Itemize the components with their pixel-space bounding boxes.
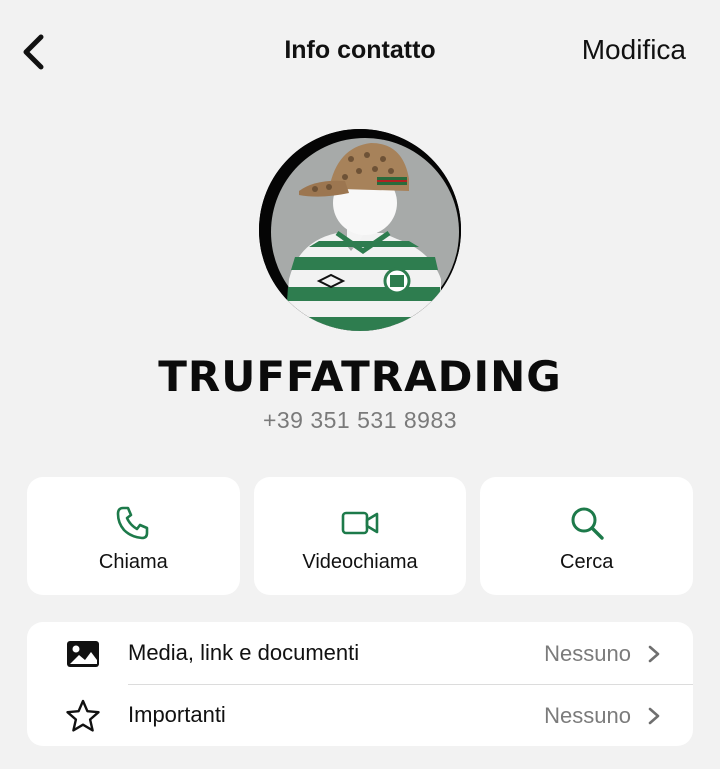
- header: Info contatto Modifica: [0, 0, 720, 104]
- phone-icon: [117, 506, 149, 540]
- video-camera-icon: [341, 511, 379, 535]
- media-links-docs-label: Media, link e documenti: [128, 640, 360, 665]
- action-buttons: Chiama Videochiama Cerca: [27, 477, 694, 595]
- star-icon: [66, 699, 100, 732]
- avatar-image: [259, 129, 461, 331]
- search-button[interactable]: Cerca: [480, 477, 694, 595]
- search-icon: [571, 507, 604, 540]
- media-links-docs-row[interactable]: Media, link e documenti Nessuno: [27, 622, 693, 684]
- contact-options-list: Media, link e documenti Nessuno Importan…: [27, 622, 693, 746]
- media-links-docs-value: Nessuno: [544, 641, 631, 666]
- chevron-right-icon: [648, 645, 660, 663]
- call-button[interactable]: Chiama: [27, 477, 240, 595]
- avatar[interactable]: [259, 129, 461, 331]
- starred-messages-value: Nessuno: [544, 703, 631, 728]
- edit-button[interactable]: Modifica: [582, 34, 686, 66]
- starred-messages-row[interactable]: Importanti Nessuno: [27, 684, 693, 746]
- image-icon: [67, 641, 99, 667]
- starred-messages-label: Importanti: [128, 702, 226, 727]
- contact-phone: +39 351 531 8983: [262, 407, 458, 433]
- search-label: Cerca: [560, 551, 614, 573]
- call-label: Chiama: [98, 551, 168, 573]
- contact-name: TRUFFATRADING: [158, 352, 562, 401]
- video-call-button[interactable]: Videochiama: [253, 477, 467, 595]
- video-call-label: Videochiama: [302, 551, 418, 573]
- chevron-right-icon: [648, 707, 660, 725]
